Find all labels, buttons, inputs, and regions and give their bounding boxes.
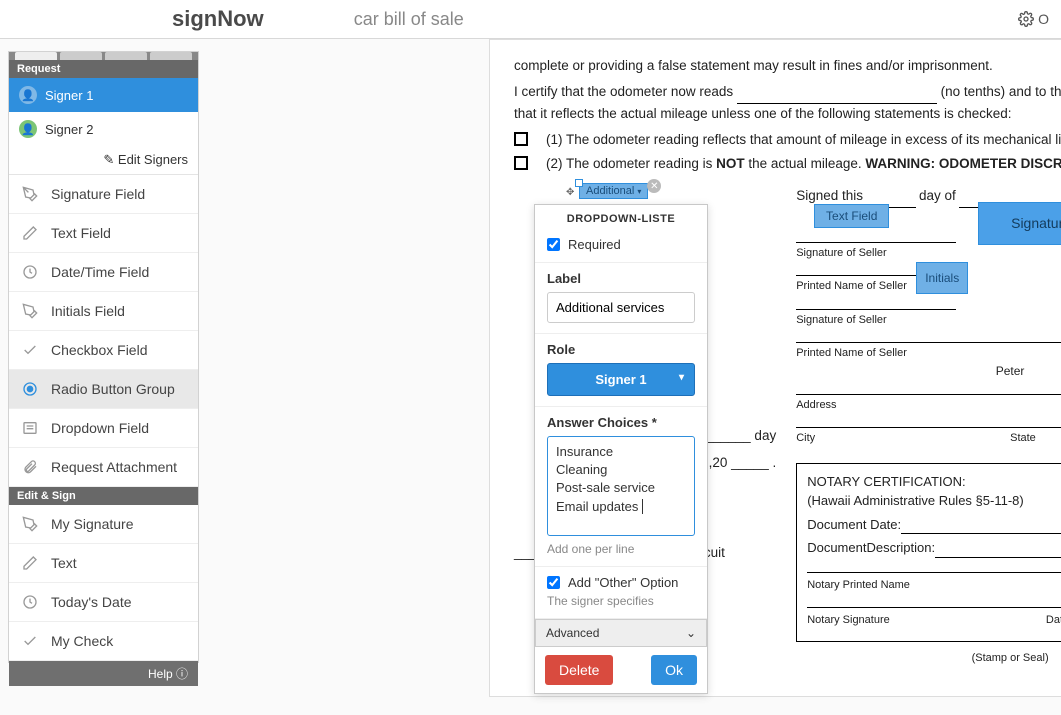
delete-button[interactable]: Delete — [545, 655, 613, 685]
checkbox-icon[interactable] — [547, 238, 560, 251]
section-request: Request — [9, 60, 198, 78]
document-title[interactable]: car bill of sale — [354, 9, 464, 30]
placed-field-chip[interactable]: ✥ Additional▾ ✕ — [579, 183, 648, 199]
my-text[interactable]: Text — [9, 544, 198, 583]
answers-textarea[interactable]: InsuranceCleaningPost-sale serviceEmail … — [547, 436, 695, 536]
doc-label: CityStateZip Code — [796, 430, 1061, 447]
doc-text: complete or providing a false statement … — [514, 56, 1061, 76]
answers-label: Answer Choices * — [547, 415, 695, 430]
doc-label: Signature of Seller — [796, 312, 1061, 329]
ok-button[interactable]: Ok — [651, 655, 697, 685]
person-icon: 👤 — [19, 120, 37, 138]
field-signature[interactable]: Signature Field — [9, 175, 198, 214]
top-bar: signNow car bill of sale O — [0, 0, 1061, 39]
doc-label: Address — [796, 397, 1061, 414]
signature-field-tag[interactable]: Signature Field — [978, 202, 1061, 245]
doc-label: Printed Name of Seller — [796, 345, 1061, 362]
required-checkbox[interactable]: Required — [547, 237, 695, 252]
doc-text: (Stamp or Seal) — [796, 650, 1061, 667]
doc-label: Signature of Seller — [796, 245, 1061, 262]
field-initials[interactable]: Initials Field — [9, 292, 198, 331]
doc-text: Peter — [796, 362, 1061, 380]
my-signature[interactable]: My Signature — [9, 505, 198, 544]
edit-signers[interactable]: Edit Signers — [9, 146, 198, 175]
settings-button[interactable]: O — [1018, 11, 1049, 27]
paperclip-icon — [21, 459, 39, 475]
field-datetime[interactable]: Date/Time Field — [9, 253, 198, 292]
section-edit-sign: Edit & Sign — [9, 487, 198, 505]
role-dropdown[interactable]: Signer 1 — [547, 363, 695, 396]
pen-nib-icon — [21, 303, 39, 319]
text-field-tag[interactable]: Text Field — [814, 204, 889, 228]
pen-icon — [21, 555, 39, 571]
signer-2[interactable]: 👤Signer 2 — [9, 112, 198, 146]
options-label: O — [1038, 11, 1049, 27]
list-icon — [21, 420, 39, 436]
canvas[interactable]: complete or providing a false statement … — [199, 39, 1061, 715]
doc-text: (1) The odometer reading reflects that a… — [514, 130, 1061, 150]
doc-text: I certify that the odometer now reads (n… — [514, 82, 1061, 124]
other-checkbox[interactable]: Add "Other" Option — [547, 575, 695, 590]
check-icon — [21, 633, 39, 649]
radio-icon — [21, 381, 39, 397]
initials-field-tag[interactable]: Initials — [916, 262, 968, 294]
my-check[interactable]: My Check — [9, 622, 198, 661]
pen-nib-icon — [21, 186, 39, 202]
field-dropdown[interactable]: Dropdown Field — [9, 409, 198, 448]
gear-icon — [1018, 11, 1034, 27]
move-icon[interactable]: ✥ — [566, 187, 574, 198]
clock-icon — [21, 264, 39, 280]
pen-nib-icon — [21, 516, 39, 532]
logo: signNow — [172, 6, 264, 32]
sidebar: Request 👤Signer 1 👤Signer 2 Edit Signers… — [8, 51, 199, 663]
role-label: Role — [547, 342, 695, 357]
label-label: Label — [547, 271, 695, 286]
advanced-toggle[interactable]: Advanced⌄ — [535, 619, 707, 647]
field-radio[interactable]: Radio Button Group — [9, 370, 198, 409]
notary-box: NOTARY CERTIFICATION: (Hawaii Administra… — [796, 463, 1061, 642]
todays-date[interactable]: Today's Date — [9, 583, 198, 622]
pen-icon — [21, 225, 39, 241]
field-text[interactable]: Text Field — [9, 214, 198, 253]
check-icon — [21, 342, 39, 358]
checkbox-icon[interactable] — [547, 576, 560, 589]
field-attachment[interactable]: Request Attachment — [9, 448, 198, 487]
doc-text: (2) The odometer reading is NOT the actu… — [514, 154, 1061, 174]
person-icon: 👤 — [19, 86, 37, 104]
chevron-down-icon: ⌄ — [686, 626, 696, 640]
resize-handle[interactable] — [575, 179, 583, 187]
label-input[interactable] — [547, 292, 695, 323]
help-link[interactable]: Help ⓘ — [9, 661, 198, 686]
other-hint: The signer specifies — [547, 594, 695, 608]
field-checkbox[interactable]: Checkbox Field — [9, 331, 198, 370]
panel-title: DROPDOWN-LISTE — [535, 205, 707, 229]
clock-icon — [21, 594, 39, 610]
signer-1[interactable]: 👤Signer 1 — [9, 78, 198, 112]
answers-hint: Add one per line — [547, 542, 695, 556]
sidebar-tabs — [9, 52, 198, 60]
properties-panel: DROPDOWN-LISTE Required Label Role Signe… — [534, 204, 708, 694]
